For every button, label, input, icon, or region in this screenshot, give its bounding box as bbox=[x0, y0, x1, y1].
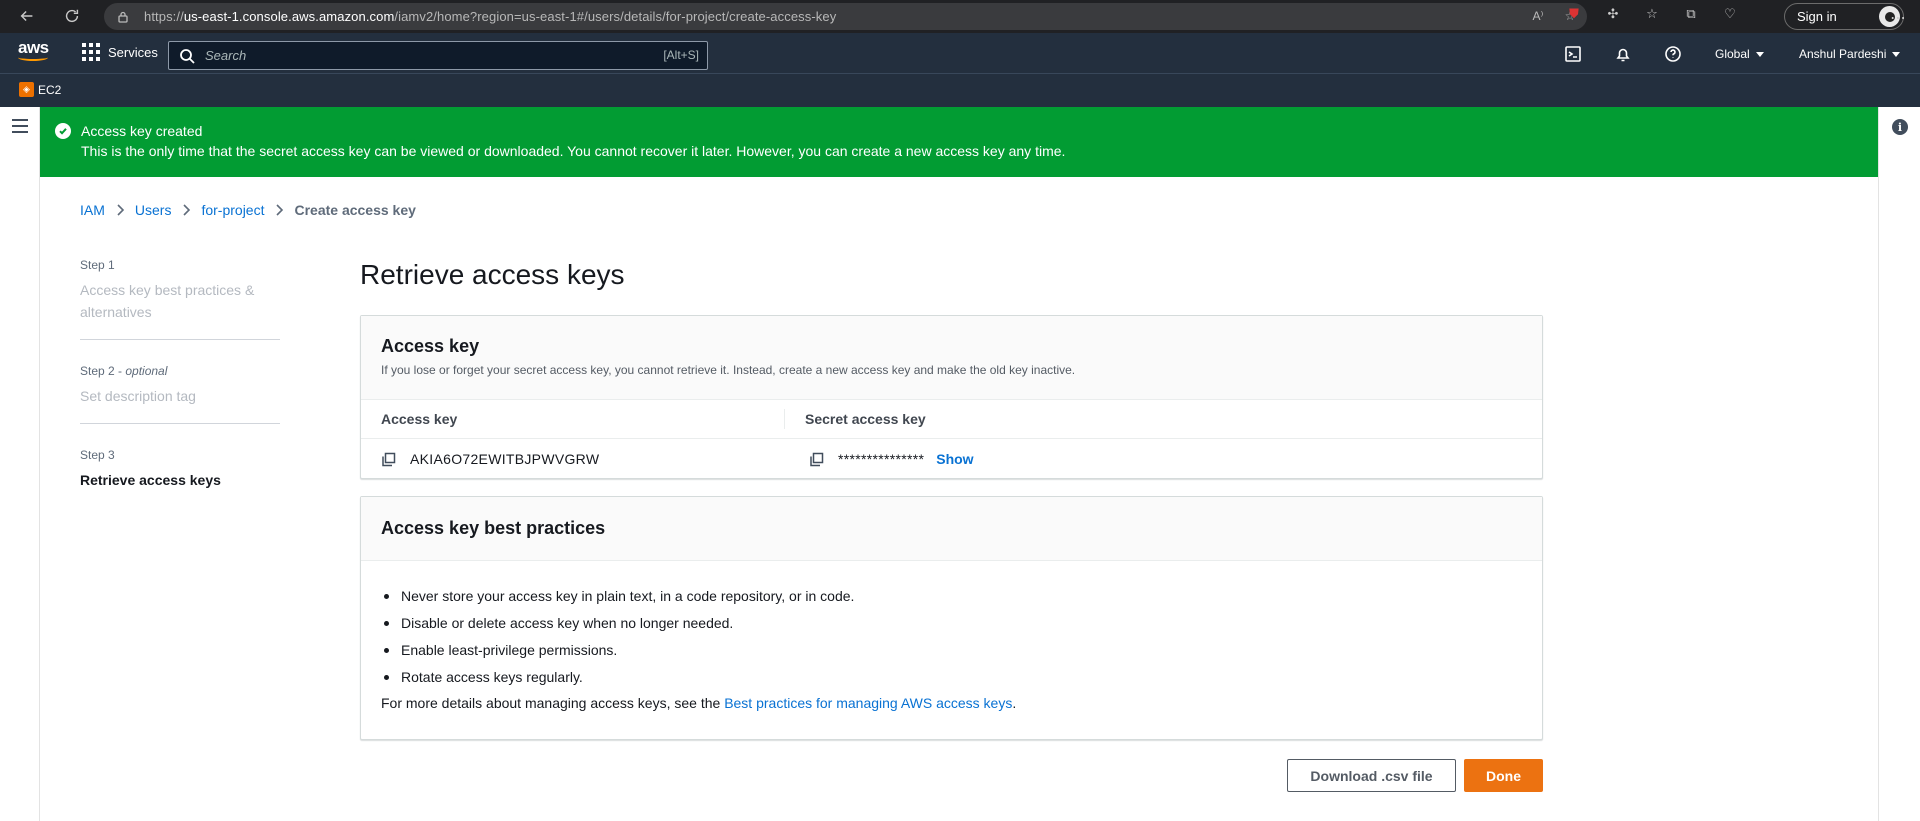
access-key-panel-description: If you lose or forget your secret access… bbox=[381, 363, 1076, 377]
list-item: Never store your access key in plain tex… bbox=[381, 583, 1522, 610]
tools-rail: i bbox=[1878, 107, 1920, 821]
success-flash-banner: Access key created This is the only time… bbox=[40, 107, 1878, 177]
step-label-active: Retrieve access keys bbox=[80, 472, 221, 488]
table-header-row: Access key Secret access key bbox=[361, 400, 1542, 439]
address-bar[interactable]: https://us-east-1.console.aws.amazon.com… bbox=[104, 3, 1587, 30]
back-icon[interactable] bbox=[12, 1, 42, 31]
best-practices-more: For more details about managing access k… bbox=[381, 695, 1017, 711]
info-icon[interactable]: i bbox=[1892, 119, 1908, 135]
wizard-step-2: Step 2 - optional Set description tag bbox=[80, 364, 280, 424]
access-key-table: Access key Secret access key AKIA6O72EWI… bbox=[361, 400, 1542, 479]
list-item: Disable or delete access key when no lon… bbox=[381, 610, 1522, 637]
breadcrumb-iam[interactable]: IAM bbox=[80, 202, 105, 218]
favorite-ec2-label: EC2 bbox=[38, 82, 62, 97]
copy-icon[interactable] bbox=[381, 452, 396, 467]
access-key-cell: AKIA6O72EWITBJPWVGRW bbox=[361, 449, 785, 469]
access-key-panel: Access key If you lose or forget your se… bbox=[360, 315, 1543, 479]
step-number: Step 3 bbox=[80, 448, 115, 462]
lock-icon bbox=[116, 10, 130, 24]
secret-key-cell: *************** Show bbox=[785, 451, 974, 467]
region-selector[interactable]: Global bbox=[1715, 47, 1764, 61]
reload-icon[interactable] bbox=[57, 1, 87, 31]
ec2-icon: ◈ bbox=[19, 82, 34, 97]
wizard-steps: Step 1 Access key best practices & alter… bbox=[80, 258, 280, 531]
best-practices-panel: Access key best practices Never store yo… bbox=[360, 496, 1543, 740]
cloudshell-icon[interactable] bbox=[1564, 45, 1582, 63]
collections-icon[interactable]: ⧉ bbox=[1681, 4, 1701, 24]
favorites-icon[interactable]: ☆ bbox=[1642, 4, 1662, 24]
chevron-right-icon bbox=[274, 203, 284, 217]
wizard-step-1: Step 1 Access key best practices & alter… bbox=[80, 258, 280, 340]
signin-label: Sign in bbox=[1797, 9, 1837, 24]
browser-essentials-icon[interactable]: ♡ bbox=[1720, 4, 1740, 24]
extensions-icon[interactable]: ✣ bbox=[1603, 4, 1623, 24]
grid-icon bbox=[82, 43, 100, 61]
search-icon bbox=[179, 48, 195, 64]
copy-icon[interactable] bbox=[809, 452, 824, 467]
step-label: Set description tag bbox=[80, 388, 196, 404]
access-key-panel-header: Access key If you lose or forget your se… bbox=[361, 316, 1542, 400]
download-csv-button[interactable]: Download .csv file bbox=[1287, 759, 1456, 792]
breadcrumb-user[interactable]: for-project bbox=[201, 202, 264, 218]
success-check-icon bbox=[55, 123, 71, 139]
chevron-right-icon bbox=[181, 203, 191, 217]
step-number: Step 1 bbox=[80, 258, 115, 272]
step-number: Step 2 - optional bbox=[80, 364, 168, 378]
column-header-secret-key: Secret access key bbox=[805, 411, 926, 427]
access-key-value: AKIA6O72EWITBJPWVGRW bbox=[410, 451, 600, 467]
show-secret-link[interactable]: Show bbox=[936, 451, 973, 467]
aws-logo[interactable]: aws bbox=[18, 38, 49, 61]
aws-console-header: aws Services [Alt+S] Global Anshul Parde… bbox=[0, 33, 1920, 73]
browser-menu-icon[interactable]: ⋯ bbox=[1890, 8, 1906, 28]
best-practices-list: Never store your access key in plain tex… bbox=[361, 561, 1542, 691]
chevron-right-icon bbox=[115, 203, 125, 217]
secret-key-masked: *************** bbox=[838, 451, 925, 467]
help-icon[interactable] bbox=[1664, 45, 1682, 63]
favorite-ec2[interactable]: ◈ EC2 bbox=[19, 82, 61, 97]
menu-icon[interactable] bbox=[12, 119, 28, 133]
browser-signin-button[interactable]: Sign in bbox=[1784, 3, 1904, 30]
url-text: https://us-east-1.console.aws.amazon.com… bbox=[144, 9, 837, 24]
services-menu-button[interactable]: Services bbox=[82, 43, 158, 61]
browser-toolbar: https://us-east-1.console.aws.amazon.com… bbox=[0, 0, 1920, 33]
table-row: AKIA6O72EWITBJPWVGRW *************** Sho… bbox=[361, 439, 1542, 479]
favorites-bar: ◈ EC2 bbox=[0, 73, 1920, 107]
best-practices-link[interactable]: Best practices for managing AWS access k… bbox=[724, 695, 1012, 711]
access-key-panel-title: Access key bbox=[381, 336, 480, 356]
navigation-rail bbox=[0, 107, 40, 821]
search-input[interactable] bbox=[205, 48, 645, 63]
notifications-bell-icon[interactable] bbox=[1614, 45, 1632, 63]
best-practices-title: Access key best practices bbox=[381, 518, 606, 538]
page-title: Retrieve access keys bbox=[360, 259, 625, 290]
account-menu[interactable]: Anshul Pardeshi bbox=[1799, 47, 1901, 61]
column-header-access-key: Access key bbox=[361, 409, 785, 429]
chevron-down-icon bbox=[1755, 52, 1764, 58]
breadcrumb-current: Create access key bbox=[294, 202, 416, 218]
ublock-icon[interactable]: ⛊ bbox=[1564, 4, 1584, 24]
best-practices-panel-header: Access key best practices bbox=[361, 497, 1542, 561]
list-item: Rotate access keys regularly. bbox=[381, 664, 1522, 691]
breadcrumb-users[interactable]: Users bbox=[135, 202, 172, 218]
services-label: Services bbox=[108, 44, 158, 60]
read-aloud-icon[interactable]: A⁾ bbox=[1529, 7, 1547, 25]
step-label: Access key best practices & alternatives bbox=[80, 282, 255, 320]
flash-message: This is the only time that the secret ac… bbox=[81, 143, 1066, 159]
done-button[interactable]: Done bbox=[1464, 759, 1543, 792]
list-item: Enable least-privilege permissions. bbox=[381, 637, 1522, 664]
flash-title: Access key created bbox=[81, 123, 203, 139]
breadcrumb: IAM Users for-project Create access key bbox=[80, 202, 416, 218]
console-search[interactable]: [Alt+S] bbox=[168, 41, 708, 70]
wizard-step-3: Step 3 Retrieve access keys bbox=[80, 448, 280, 507]
search-shortcut-hint: [Alt+S] bbox=[663, 48, 699, 62]
chevron-down-icon bbox=[1892, 52, 1901, 58]
